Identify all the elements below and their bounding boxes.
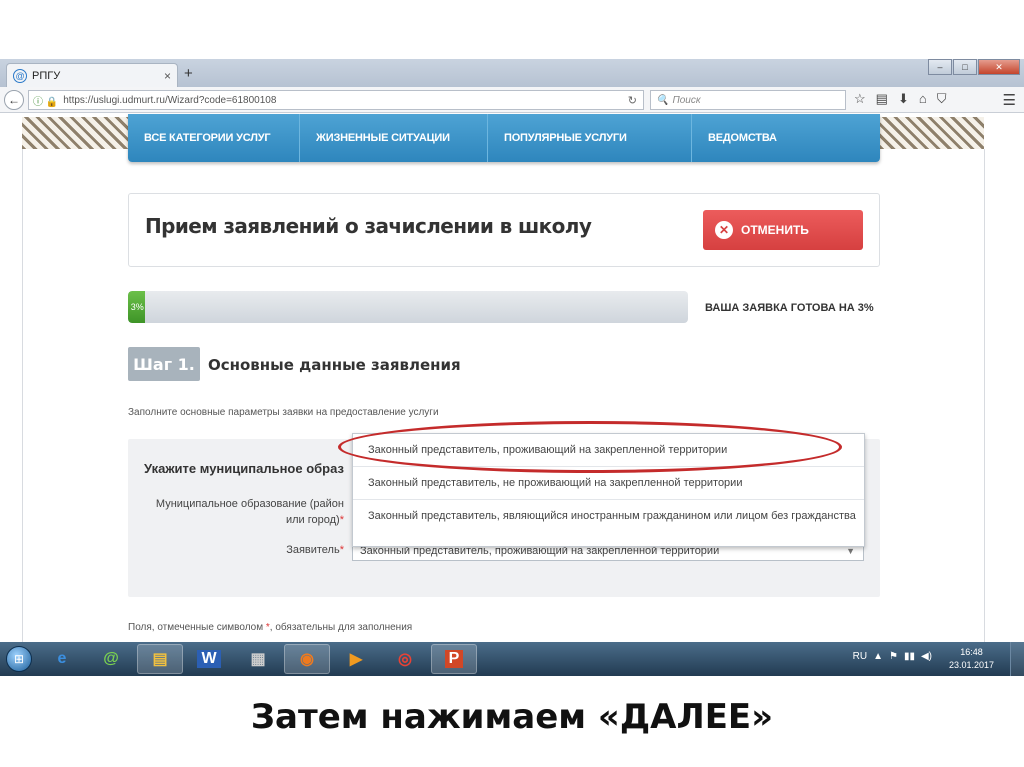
- reload-icon[interactable]: ↻: [628, 94, 637, 107]
- site-main-nav: ВСЕ КАТЕГОРИИ УСЛУГ ЖИЗНЕННЫЕ СИТУАЦИИ П…: [128, 114, 880, 162]
- clock[interactable]: 16:48 23.01.2017: [949, 646, 994, 672]
- required-mark: *: [339, 514, 344, 526]
- media-player-icon[interactable]: ▶: [333, 644, 379, 674]
- service-title-card: Прием заявлений о зачислении в школу ✕ О…: [128, 193, 880, 267]
- powerpoint-icon[interactable]: P: [431, 644, 477, 674]
- highlight-annotation: [338, 421, 842, 473]
- site-favicon-icon: @: [13, 68, 27, 83]
- required-footnote: Поля, отмеченные символом *, обязательны…: [128, 622, 412, 633]
- home-icon[interactable]: ⌂: [919, 91, 927, 107]
- slide-caption: Затем нажимаем «ДАЛЕЕ»: [250, 697, 774, 737]
- step-title: Основные данные заявления: [208, 356, 461, 374]
- footnote-before: Поля, отмеченные символом: [128, 622, 266, 633]
- nav-item-all-categories[interactable]: ВСЕ КАТЕГОРИИ УСЛУГ: [128, 114, 300, 162]
- nav-item-life-situations[interactable]: ЖИЗНЕННЫЕ СИТУАЦИИ: [300, 114, 488, 162]
- download-icon[interactable]: ⬇: [898, 91, 909, 107]
- back-arrow-icon[interactable]: ←: [4, 90, 24, 110]
- dropdown-option[interactable]: Законный представитель, не проживающий н…: [353, 476, 864, 491]
- chrome-icon[interactable]: ◎: [382, 644, 428, 674]
- dropdown-divider: [353, 499, 864, 500]
- browser-nav-bar: ← ⓘ 🔒 https://uslugi.udmurt.ru/Wizard?co…: [0, 87, 1024, 113]
- window-controls: – □ ✕: [928, 59, 1020, 75]
- cancel-x-icon: ✕: [715, 221, 733, 239]
- system-tray: RU ▲ ⚑ ▮▮ ◀): [853, 651, 932, 662]
- browser-search-input[interactable]: 🔍 Поиск: [650, 90, 846, 110]
- page-border-right: [984, 149, 985, 643]
- search-icon: 🔍: [656, 94, 669, 106]
- applicant-label-text: Заявитель: [286, 544, 340, 556]
- browser-tab-bar: @ РПГУ × + – □ ✕: [0, 59, 1024, 87]
- show-desktop-button[interactable]: [1010, 642, 1024, 676]
- browser-tab[interactable]: @ РПГУ ×: [6, 63, 178, 87]
- screenshot: @ РПГУ × + – □ ✕ ← ⓘ 🔒 https://uslugi.ud…: [0, 59, 1024, 676]
- applicant-label: Заявитель*: [286, 544, 344, 556]
- explorer-icon[interactable]: ▤: [137, 644, 183, 674]
- mail-agent-icon[interactable]: @: [88, 644, 134, 674]
- tab-title: РПГУ: [32, 69, 61, 82]
- hamburger-menu-icon[interactable]: ☰: [1003, 91, 1016, 109]
- progress-status: ВАША ЗАЯВКА ГОТОВА НА 3%: [705, 302, 874, 314]
- word-icon[interactable]: W: [186, 644, 232, 674]
- web-page: ВСЕ КАТЕГОРИИ УСЛУГ ЖИЗНЕННЫЕ СИТУАЦИИ П…: [0, 114, 1024, 643]
- lock-icon: ⓘ 🔒: [33, 96, 59, 108]
- ie-icon[interactable]: e: [39, 644, 85, 674]
- progress-fill: 3%: [128, 291, 145, 323]
- bookmark-star-icon[interactable]: ☆: [854, 91, 866, 107]
- maximize-icon[interactable]: □: [953, 59, 977, 75]
- address-bar[interactable]: ⓘ 🔒 https://uslugi.udmurt.ru/Wizard?code…: [28, 90, 644, 110]
- form-section-title: Укажите муниципальное образ: [144, 461, 344, 476]
- language-indicator[interactable]: RU: [853, 651, 867, 662]
- clock-date: 23.01.2017: [948, 660, 994, 670]
- url-text: https://uslugi.udmurt.ru/Wizard?code=618…: [63, 94, 277, 106]
- tab-close-icon[interactable]: ×: [164, 69, 171, 83]
- tray-icon[interactable]: ⚑: [889, 651, 898, 662]
- progress-bar: 3%: [128, 291, 688, 323]
- dropdown-option[interactable]: Законный представитель, являющийся иност…: [353, 509, 864, 524]
- nav-item-popular-services[interactable]: ПОПУЛЯРНЫЕ УСЛУГИ: [488, 114, 692, 162]
- municipality-label: Муниципальное образование (район или гор…: [144, 496, 344, 528]
- new-tab-button[interactable]: +: [184, 65, 193, 82]
- slide: @ РПГУ × + – □ ✕ ← ⓘ 🔒 https://uslugi.ud…: [0, 0, 1024, 767]
- page-border-left: [22, 149, 23, 643]
- municipality-label-text: Муниципальное образование (район или гор…: [155, 498, 344, 526]
- progress-percent: 3%: [130, 302, 144, 312]
- ornament-left: [22, 117, 128, 149]
- pocket-icon[interactable]: ⛉: [937, 91, 947, 107]
- tray-icon[interactable]: ▲: [873, 651, 883, 662]
- service-title: Прием заявлений о зачислении в школу: [145, 214, 592, 238]
- dropdown-arrow-icon: ▼: [846, 546, 855, 556]
- search-placeholder: Поиск: [672, 94, 701, 106]
- window-close-icon[interactable]: ✕: [978, 59, 1020, 75]
- network-icon[interactable]: ▮▮: [904, 651, 915, 662]
- reading-list-icon[interactable]: ▤: [876, 91, 888, 107]
- minimize-icon[interactable]: –: [928, 59, 952, 75]
- footnote-after: , обязательны для заполнения: [269, 622, 413, 633]
- step-hint: Заполните основные параметры заявки на п…: [128, 407, 439, 418]
- clock-time: 16:48: [960, 647, 983, 657]
- windows-taskbar: ⊞ e @ ▤ W ▦ ◉ ▶ ◎ P RU ▲ ⚑ ▮▮ ◀) 16:48 2…: [0, 642, 1024, 676]
- step-badge: Шаг 1.: [128, 347, 200, 381]
- start-button[interactable]: ⊞: [2, 642, 36, 676]
- required-mark: *: [339, 544, 344, 556]
- nav-item-departments[interactable]: ВЕДОМСТВА: [692, 114, 880, 162]
- cancel-button[interactable]: ✕ ОТМЕНИТЬ: [703, 210, 863, 250]
- volume-icon[interactable]: ◀): [921, 651, 932, 662]
- calculator-icon[interactable]: ▦: [235, 644, 281, 674]
- cancel-label: ОТМЕНИТЬ: [741, 223, 809, 237]
- firefox-icon[interactable]: ◉: [284, 644, 330, 674]
- windows-logo-icon: ⊞: [6, 646, 32, 672]
- browser-toolbar-icons: ☆ ▤ ⬇ ⌂ ⛉: [854, 91, 946, 107]
- ornament-right: [880, 117, 984, 149]
